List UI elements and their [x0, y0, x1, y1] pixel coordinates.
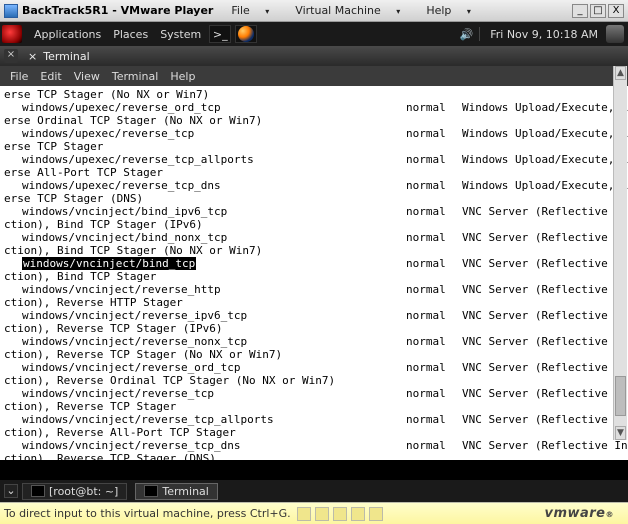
vmware-logo: vmware®: [544, 506, 614, 521]
payload-entry: windows/vncinject/bind_nonx_tcpnormalVNC…: [22, 231, 626, 244]
terminal-line: ction), Reverse TCP Stager (IPv6): [4, 322, 626, 335]
terminal-line: erse Ordinal TCP Stager (No NX or Win7): [4, 114, 626, 127]
gnome-top-panel: Applications Places System >_ 🔊 Fri Nov …: [0, 22, 628, 46]
device-icon[interactable]: [297, 507, 311, 521]
terminal-menu-view[interactable]: View: [68, 70, 106, 83]
terminal-scrollbar[interactable]: ▲ ▼: [613, 66, 627, 440]
terminal-line: ction), Reverse TCP Stager (DNS): [4, 452, 626, 460]
device-icon[interactable]: [351, 507, 365, 521]
vmware-device-icons: [297, 507, 383, 521]
vmware-window-title: BackTrack5R1 - VMware Player: [22, 4, 213, 17]
vmware-titlebar: BackTrack5R1 - VMware Player File ▾ Virt…: [0, 0, 628, 22]
terminal-menubar: File Edit View Terminal Help: [0, 66, 628, 86]
panel-user-icon[interactable]: [606, 25, 624, 43]
device-icon[interactable]: [333, 507, 347, 521]
terminal-menu-help[interactable]: Help: [164, 70, 201, 83]
terminal-titlebar[interactable]: × × Terminal: [0, 46, 628, 66]
payload-entry: windows/upexec/reverse_tcpnormalWindows …: [22, 127, 626, 140]
payload-entry: windows/vncinject/bind_tcpnormalVNC Serv…: [22, 257, 626, 270]
terminal-line: ction), Reverse TCP Stager: [4, 400, 626, 413]
terminal-menu-file[interactable]: File: [4, 70, 34, 83]
vmware-menubar: File ▾ Virtual Machine ▾ Help ▾: [219, 3, 483, 18]
taskbar-item-rootshell[interactable]: [root@bt: ~]: [22, 483, 127, 500]
payload-entry: windows/vncinject/reverse_tcp_dnsnormalV…: [22, 439, 626, 452]
payload-entry: windows/vncinject/reverse_ipv6_tcpnormal…: [22, 309, 626, 322]
volume-icon[interactable]: 🔊: [460, 28, 474, 41]
panel-launcher-firefox[interactable]: [235, 25, 257, 43]
payload-entry: windows/vncinject/reverse_tcpnormalVNC S…: [22, 387, 626, 400]
show-desktop-button[interactable]: ⌄: [4, 484, 18, 498]
vmware-menu-file[interactable]: File ▾: [219, 3, 281, 18]
payload-entry: windows/vncinject/reverse_tcp_allportsno…: [22, 413, 626, 426]
terminal-line: ction), Reverse All-Port TCP Stager: [4, 426, 626, 439]
vmware-window-controls: _ □ X: [572, 4, 624, 18]
panel-menu-system[interactable]: System: [154, 28, 207, 41]
payload-entry: windows/upexec/reverse_tcp_allportsnorma…: [22, 153, 626, 166]
scroll-thumb[interactable]: [615, 376, 626, 416]
gnome-bottom-panel: ⌄ [root@bt: ~] Terminal: [0, 480, 628, 502]
terminal-line: erse All-Port TCP Stager: [4, 166, 626, 179]
payload-entry: windows/vncinject/reverse_nonx_tcpnormal…: [22, 335, 626, 348]
panel-separator: [479, 27, 480, 41]
terminal-menu-edit[interactable]: Edit: [34, 70, 67, 83]
terminal-line: ction), Bind TCP Stager: [4, 270, 626, 283]
close-button[interactable]: X: [608, 4, 624, 18]
terminal-close-button[interactable]: ×: [4, 49, 18, 63]
terminal-line: ction), Reverse Ordinal TCP Stager (No N…: [4, 374, 626, 387]
terminal-line: ction), Reverse HTTP Stager: [4, 296, 626, 309]
panel-clock[interactable]: Fri Nov 9, 10:18 AM: [486, 28, 602, 41]
terminal-line: erse TCP Stager: [4, 140, 626, 153]
terminal-line: ction), Bind TCP Stager (No NX or Win7): [4, 244, 626, 257]
distro-logo-icon[interactable]: [2, 25, 22, 43]
maximize-button[interactable]: □: [590, 4, 606, 18]
taskbar-item-terminal[interactable]: Terminal: [135, 483, 218, 500]
vmware-window-icon: [4, 4, 18, 18]
vmware-status-bar: To direct input to this virtual machine,…: [0, 502, 628, 524]
terminal-line: erse TCP Stager (DNS): [4, 192, 626, 205]
panel-menu-applications[interactable]: Applications: [28, 28, 107, 41]
payload-entry: windows/upexec/reverse_tcp_dnsnormalWind…: [22, 179, 626, 192]
window-thumb-icon: [31, 485, 45, 497]
terminal-line: ction), Bind TCP Stager (IPv6): [4, 218, 626, 231]
terminal-line: erse TCP Stager (No NX or Win7): [4, 88, 626, 101]
terminal-output[interactable]: erse TCP Stager (No NX or Win7)windows/u…: [0, 86, 628, 460]
payload-entry: windows/vncinject/reverse_httpnormalVNC …: [22, 283, 626, 296]
terminal-window-title: Terminal: [43, 50, 90, 63]
scroll-up-arrow-icon[interactable]: ▲: [615, 66, 626, 80]
payload-entry: windows/vncinject/bind_ipv6_tcpnormalVNC…: [22, 205, 626, 218]
window-thumb-icon: [144, 485, 158, 497]
scroll-down-arrow-icon[interactable]: ▼: [615, 426, 626, 440]
minimize-button[interactable]: _: [572, 4, 588, 18]
panel-menu-places[interactable]: Places: [107, 28, 154, 41]
device-icon[interactable]: [369, 507, 383, 521]
vmware-menu-help[interactable]: Help ▾: [414, 3, 483, 18]
vmware-menu-vm[interactable]: Virtual Machine ▾: [283, 3, 412, 18]
payload-entry: windows/upexec/reverse_ord_tcpnormalWind…: [22, 101, 626, 114]
terminal-line: ction), Reverse TCP Stager (No NX or Win…: [4, 348, 626, 361]
device-icon[interactable]: [315, 507, 329, 521]
terminal-menu-terminal[interactable]: Terminal: [106, 70, 165, 83]
vmware-status-text: To direct input to this virtual machine,…: [4, 507, 291, 520]
panel-launcher-terminal[interactable]: >_: [209, 25, 231, 43]
payload-entry: windows/vncinject/reverse_ord_tcpnormalV…: [22, 361, 626, 374]
